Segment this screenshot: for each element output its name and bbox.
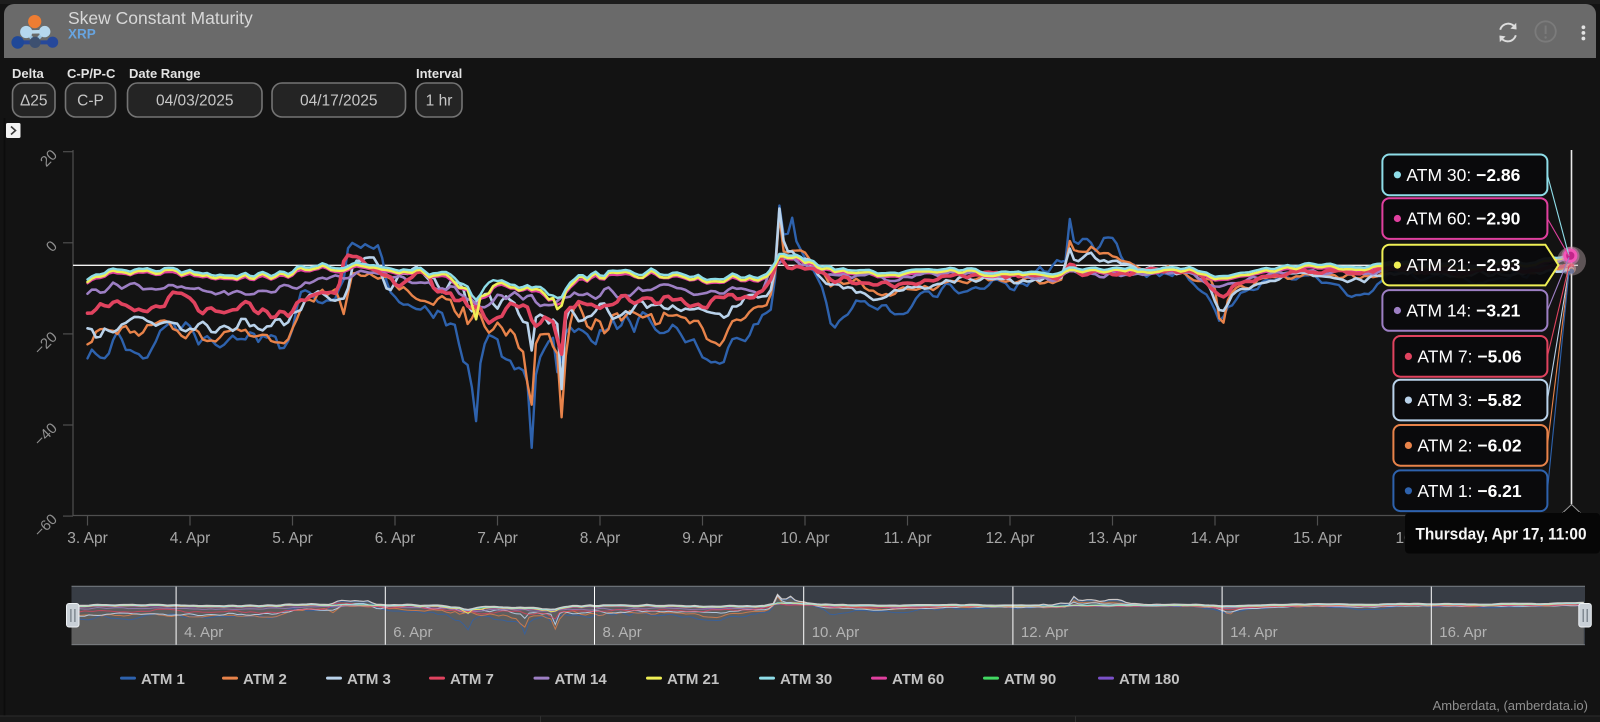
svg-text:1 hr: 1 hr xyxy=(426,93,453,110)
svg-text:ATM 30: −2.86: ATM 30: −2.86 xyxy=(1406,165,1520,185)
svg-text:ATM 2: ATM 2 xyxy=(243,671,287,688)
svg-text:ATM 60: −2.90: ATM 60: −2.90 xyxy=(1406,209,1520,229)
svg-text:7. Apr: 7. Apr xyxy=(477,530,518,547)
svg-text:ATM 3: −5.82: ATM 3: −5.82 xyxy=(1417,390,1522,410)
svg-text:ATM 21: −2.93: ATM 21: −2.93 xyxy=(1406,255,1520,275)
svg-text:Δ25: Δ25 xyxy=(20,93,48,110)
svg-text:8. Apr: 8. Apr xyxy=(603,624,642,641)
svg-text:Delta: Delta xyxy=(12,66,45,81)
svg-text:ATM 30: ATM 30 xyxy=(780,671,832,688)
svg-text:12. Apr: 12. Apr xyxy=(985,530,1034,547)
svg-text:C-P/P-C: C-P/P-C xyxy=(67,66,116,81)
svg-text:14. Apr: 14. Apr xyxy=(1230,624,1278,641)
svg-text:3. Apr: 3. Apr xyxy=(67,530,108,547)
svg-text:ATM 14: ATM 14 xyxy=(555,671,608,688)
svg-text:Amberdata, (amberdata.io): Amberdata, (amberdata.io) xyxy=(1433,698,1588,713)
svg-text:12. Apr: 12. Apr xyxy=(1021,624,1069,641)
svg-text:6. Apr: 6. Apr xyxy=(393,624,432,641)
svg-text:9. Apr: 9. Apr xyxy=(682,530,723,547)
svg-text:10. Apr: 10. Apr xyxy=(812,624,860,641)
svg-text:ATM 7: −5.06: ATM 7: −5.06 xyxy=(1417,346,1522,366)
svg-text:Date Range: Date Range xyxy=(129,66,201,81)
svg-text:5. Apr: 5. Apr xyxy=(272,530,313,547)
svg-text:Interval: Interval xyxy=(416,66,462,81)
svg-text:ATM 1: −6.21: ATM 1: −6.21 xyxy=(1417,481,1522,501)
svg-text:ATM 3: ATM 3 xyxy=(347,671,391,688)
svg-text:ATM 7: ATM 7 xyxy=(450,671,494,688)
svg-text:8. Apr: 8. Apr xyxy=(580,530,621,547)
svg-text:15. Apr: 15. Apr xyxy=(1293,530,1342,547)
svg-text:Skew Constant Maturity: Skew Constant Maturity xyxy=(68,8,253,28)
svg-text:16. Apr: 16. Apr xyxy=(1439,624,1487,641)
svg-text:11. Apr: 11. Apr xyxy=(884,530,932,547)
svg-text:XRP: XRP xyxy=(68,27,96,42)
svg-text:4. Apr: 4. Apr xyxy=(184,624,223,641)
svg-text:ATM 14: −3.21: ATM 14: −3.21 xyxy=(1406,301,1520,321)
svg-text:ATM 21: ATM 21 xyxy=(667,671,719,688)
svg-text:ATM 180: ATM 180 xyxy=(1119,671,1180,688)
svg-text:ATM 1: ATM 1 xyxy=(141,671,185,688)
svg-text:ATM 2: −6.02: ATM 2: −6.02 xyxy=(1417,435,1522,455)
svg-text:4. Apr: 4. Apr xyxy=(170,530,211,547)
svg-text:04/03/2025: 04/03/2025 xyxy=(156,93,234,110)
svg-text:6. Apr: 6. Apr xyxy=(375,530,416,547)
svg-text:04/17/2025: 04/17/2025 xyxy=(300,93,378,110)
svg-text:C-P: C-P xyxy=(77,93,104,110)
svg-text:14. Apr: 14. Apr xyxy=(1190,530,1239,547)
svg-text:ATM 90: ATM 90 xyxy=(1004,671,1056,688)
svg-text:13. Apr: 13. Apr xyxy=(1088,530,1137,547)
svg-text:ATM 60: ATM 60 xyxy=(892,671,944,688)
svg-text:10. Apr: 10. Apr xyxy=(780,530,829,547)
svg-text:Thursday, Apr 17, 11:00: Thursday, Apr 17, 11:00 xyxy=(1416,525,1587,544)
